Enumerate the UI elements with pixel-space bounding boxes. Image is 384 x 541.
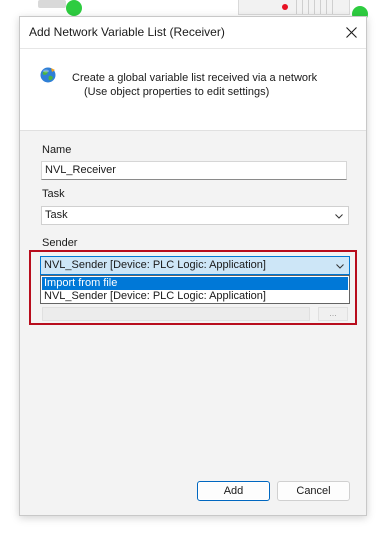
dialog-title: Add Network Variable List (Receiver) xyxy=(29,25,225,39)
close-button[interactable] xyxy=(336,17,366,48)
description-text: Create a global variable list received v… xyxy=(72,72,318,84)
close-icon xyxy=(345,27,357,38)
status-indicator-icon xyxy=(282,4,288,10)
description-hint: (Use object properties to edit settings) xyxy=(84,86,270,98)
dropdown-option-nvl-sender[interactable]: NVL_Sender [Device: PLC Logic: Applicati… xyxy=(42,290,348,303)
sender-label: Sender xyxy=(42,237,78,249)
chevron-down-icon xyxy=(335,214,343,219)
task-select[interactable]: Task xyxy=(41,206,349,225)
description-panel: Create a global variable list received v… xyxy=(20,48,366,131)
dialog-titlebar: Add Network Variable List (Receiver) xyxy=(20,17,366,48)
import-file-path-field xyxy=(42,307,310,321)
chevron-down-icon xyxy=(336,264,344,269)
add-nvl-receiver-dialog: Add Network Variable List (Receiver) Cre… xyxy=(19,16,367,516)
name-label: Name xyxy=(42,144,72,156)
name-field[interactable]: NVL_Receiver xyxy=(41,161,347,180)
cancel-button[interactable]: Cancel xyxy=(277,481,350,501)
background-toolbar-element xyxy=(38,0,66,8)
sender-select[interactable]: NVL_Sender [Device: PLC Logic: Applicati… xyxy=(40,256,350,275)
task-select-value: Task xyxy=(45,209,68,221)
background-toolbar-element xyxy=(296,0,336,14)
browse-button: ... xyxy=(318,307,348,321)
globe-network-icon xyxy=(40,67,56,83)
sender-dropdown-list: Import from file NVL_Sender [Device: PLC… xyxy=(40,275,350,304)
sender-select-value: NVL_Sender [Device: PLC Logic: Applicati… xyxy=(44,259,266,271)
add-button[interactable]: Add xyxy=(197,481,270,501)
task-label: Task xyxy=(42,188,65,200)
status-indicator-icon xyxy=(66,0,82,16)
dropdown-option-import-from-file[interactable]: Import from file xyxy=(42,277,348,290)
